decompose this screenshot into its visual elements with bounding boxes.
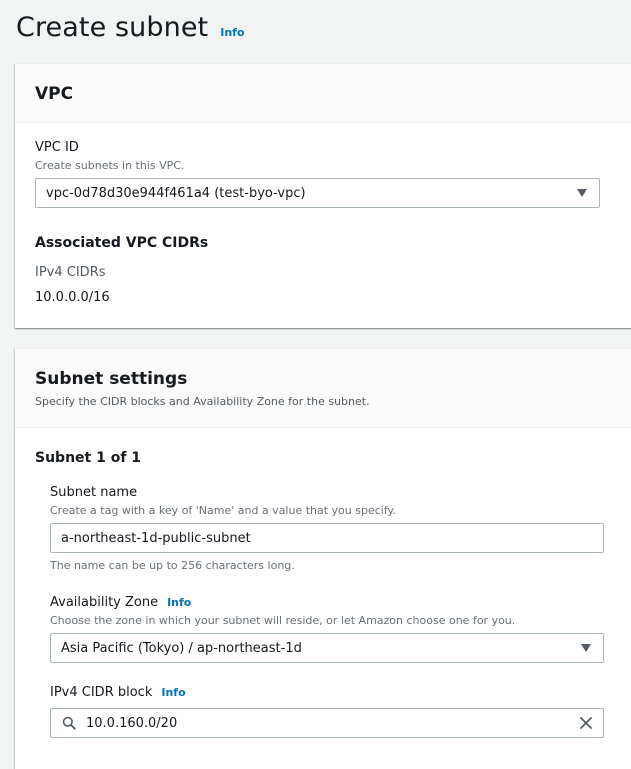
availability-zone-selected-value: Asia Pacific (Tokyo) / ap-northeast-1d <box>61 640 302 656</box>
subnet-count-heading: Subnet 1 of 1 <box>35 450 142 466</box>
vpc-id-select[interactable]: vpc-0d78d30e944f461a4 (test-byo-vpc) <box>35 178 600 208</box>
subnet-settings-description: Specify the CIDR blocks and Availability… <box>35 395 370 408</box>
search-icon <box>62 716 76 730</box>
availability-zone-info-link[interactable]: Info <box>167 596 191 609</box>
subnet-settings-title: Subnet settings <box>35 369 188 389</box>
subnet-settings-header: Subnet settings Specify the CIDR blocks … <box>15 349 631 428</box>
availability-zone-description: Choose the zone in which your subnet wil… <box>50 614 516 627</box>
vpc-panel-title: VPC <box>35 84 74 104</box>
caret-down-icon <box>577 189 587 197</box>
associated-vpc-cidrs-title: Associated VPC CIDRs <box>35 235 209 251</box>
vpc-id-label: VPC ID <box>35 140 79 155</box>
availability-zone-select[interactable]: Asia Pacific (Tokyo) / ap-northeast-1d <box>50 633 604 663</box>
ipv4-cidr-info-link[interactable]: Info <box>161 686 185 699</box>
subnet-settings-panel: Subnet settings Specify the CIDR blocks … <box>15 348 631 769</box>
ipv4-cidrs-value: 10.0.0.0/16 <box>35 290 110 305</box>
subnet-name-value: a-northeast-1d-public-subnet <box>61 530 251 546</box>
clear-icon[interactable] <box>579 716 593 730</box>
subnet-name-description: Create a tag with a key of 'Name' and a … <box>50 504 396 517</box>
ipv4-cidr-label-row: IPv4 CIDR block Info <box>50 685 186 700</box>
ipv4-cidr-block-label: IPv4 CIDR block <box>50 685 153 700</box>
ipv4-cidr-block-input[interactable]: 10.0.160.0/20 <box>50 708 604 738</box>
page-info-link[interactable]: Info <box>220 26 244 39</box>
page-title: Create subnet <box>16 12 209 43</box>
vpc-panel: VPC VPC ID Create subnets in this VPC. v… <box>15 63 631 328</box>
subnet-name-input[interactable]: a-northeast-1d-public-subnet <box>50 523 604 553</box>
subnet-name-hint: The name can be up to 256 characters lon… <box>50 559 295 572</box>
availability-zone-label-row: Availability Zone Info <box>50 595 191 610</box>
vpc-id-description: Create subnets in this VPC. <box>35 159 185 172</box>
ipv4-cidrs-label: IPv4 CIDRs <box>35 265 106 280</box>
vpc-panel-header: VPC <box>15 64 631 123</box>
caret-down-icon <box>581 644 591 652</box>
subnet-name-label: Subnet name <box>50 485 138 500</box>
page-header: Create subnet Info <box>16 12 245 43</box>
availability-zone-label: Availability Zone <box>50 595 159 610</box>
vpc-id-selected-value: vpc-0d78d30e944f461a4 (test-byo-vpc) <box>46 185 306 201</box>
ipv4-cidr-block-value: 10.0.160.0/20 <box>86 715 178 731</box>
